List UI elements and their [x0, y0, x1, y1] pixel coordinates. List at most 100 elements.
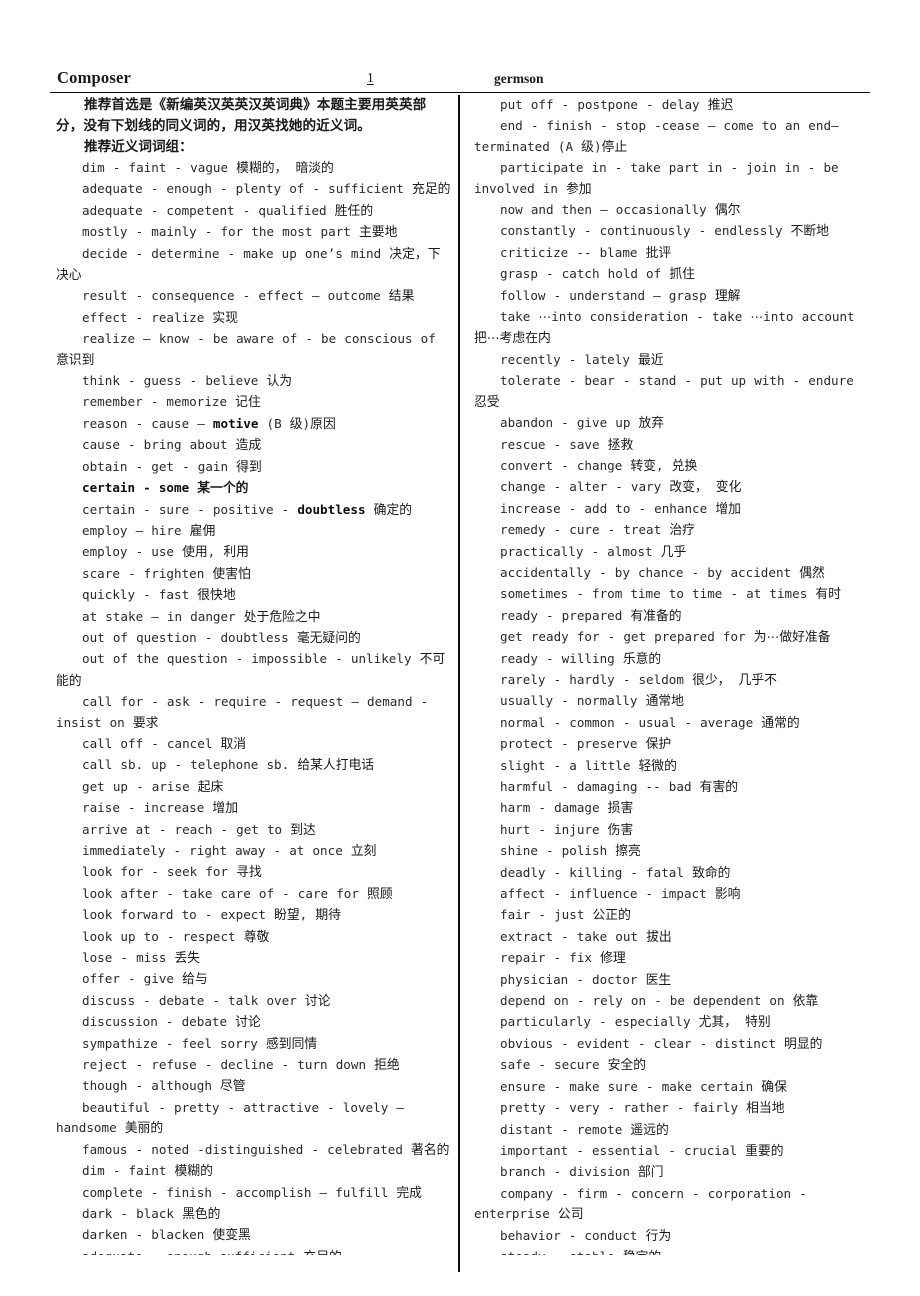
- entry-terms: look for - seek for: [82, 864, 237, 880]
- dictionary-entry: famous - noted -distinguished - celebrat…: [56, 1140, 452, 1161]
- entry-terms: adequate - enough-sufficient: [82, 1249, 303, 1255]
- entry-gloss: 使用: [182, 545, 208, 561]
- dictionary-entry: criticize -- blame 批评: [474, 243, 870, 264]
- dictionary-entry: call sb. up - telephone sb. 给某人打电话: [56, 755, 452, 776]
- entry-terms: ,: [207, 544, 224, 560]
- dictionary-entry: slight - a little 轻微的: [474, 756, 870, 777]
- entry-terms: slight - a little: [500, 757, 639, 773]
- entry-gloss: 不断地: [790, 224, 830, 240]
- entry-terms: scare - frighten: [82, 565, 213, 581]
- dictionary-entry: remember - memorize 记住: [56, 392, 452, 413]
- two-column-body: 推荐首选是《新编英汉英英汉英词典》本题主要用英英部分，没有下划线的同义词的，用汉…: [50, 95, 870, 1272]
- entry-gloss: 影响: [714, 887, 741, 903]
- dictionary-entry: obtain - get - gain 得到: [56, 457, 452, 478]
- entry-terms: convert - change: [500, 457, 631, 473]
- entry-terms: dim - faint - vague: [82, 160, 237, 175]
- entry-terms: [730, 672, 738, 687]
- entry-terms: call sb. up - telephone sb.: [82, 757, 298, 773]
- right-column: put off - postpone - delay 推迟 end - finis…: [474, 95, 870, 1255]
- entry-gloss: 医生: [645, 972, 672, 988]
- dictionary-entry: harmful - damaging -- bad 有害的: [474, 777, 870, 798]
- entry-gloss: 盼望: [274, 908, 300, 924]
- entry-gloss: 停止: [601, 139, 628, 155]
- entry-terms: adequate - enough - plenty of - sufficie…: [82, 181, 413, 197]
- entry-gloss: 感到同情: [265, 1036, 318, 1052]
- entry-terms: sympathize - feel sorry: [82, 1035, 266, 1051]
- dictionary-entry: lose - miss 丢失: [56, 948, 452, 969]
- entry-gloss: 期待: [315, 908, 341, 924]
- left-entry-list: dim - faint - vague 模糊的， 暗淡的 adequate - e…: [56, 158, 452, 1255]
- dictionary-entry: look for - seek for 寻找: [56, 862, 452, 883]
- emphasised-term: motive: [212, 415, 259, 431]
- entry-gloss: 著名的: [411, 1142, 450, 1158]
- entry-gloss: 取消: [220, 736, 247, 752]
- dictionary-entry: adequate - enough - plenty of - sufficie…: [56, 179, 452, 200]
- dictionary-entry: effect - realize 实现: [56, 308, 452, 329]
- entry-gloss: 充足的: [412, 182, 451, 198]
- entry-gloss: 乐意的: [622, 651, 662, 667]
- entry-gloss: 治疗: [669, 523, 695, 539]
- dictionary-entry: dim - faint 模糊的: [56, 1161, 452, 1182]
- entry-gloss: 偶尔: [714, 203, 741, 219]
- dictionary-entry: call for - ask - require - request — dem…: [56, 692, 452, 734]
- entry-terms: out of question - doubtless: [82, 629, 297, 645]
- entry-gloss: 增加: [715, 501, 741, 517]
- entry-gloss: 遥远的: [630, 1122, 669, 1138]
- dictionary-entry: depend on - rely on - be dependent on 依靠: [474, 991, 870, 1012]
- dictionary-entry: repair - fix 修理: [474, 948, 870, 969]
- dictionary-entry: particularly - especially 尤其， 特别: [474, 1012, 870, 1033]
- entry-terms: discussion - debate: [82, 1014, 236, 1030]
- entry-gloss: 推迟: [707, 98, 734, 113]
- dictionary-entry: reason - cause — motive (B 级)原因: [56, 414, 452, 435]
- dictionary-entry: get up - arise 起床: [56, 777, 452, 798]
- entry-terms: discuss - debate - talk over: [82, 992, 305, 1008]
- entry-terms: pretty - very - rather - fairly: [500, 1100, 747, 1116]
- entry-terms: look after - take care of - care for: [82, 885, 368, 901]
- entry-terms: reject - refuse - decline - turn down: [82, 1057, 375, 1073]
- dictionary-entry: immediately - right away - at once 立刻: [56, 841, 452, 862]
- entry-gloss: 造成: [235, 438, 262, 454]
- entry-gloss: 原因: [310, 416, 336, 432]
- entry-gloss: 拔出: [646, 929, 672, 945]
- entry-terms: normal - common - usual - average: [500, 714, 762, 730]
- dictionary-entry: out of question - doubtless 毫无疑问的: [56, 628, 452, 649]
- dictionary-entry: at stake — in danger 处于危险之中: [56, 607, 452, 628]
- entry-gloss: 明显的: [784, 1036, 823, 1052]
- entry-terms: practically - almost: [500, 543, 661, 559]
- entry-terms: remedy - cure - treat: [500, 522, 670, 538]
- entry-gloss: 兑换: [671, 458, 698, 474]
- entry-terms: arrive at - reach - get to: [82, 821, 291, 837]
- entry-gloss: 级: [289, 416, 303, 432]
- entry-gloss: 雇佣: [189, 523, 216, 539]
- entry-terms: at stake — in danger: [82, 608, 244, 624]
- entry-gloss: 尊敬: [243, 929, 270, 945]
- entry-gloss: 胜任的: [334, 203, 374, 219]
- entry-gloss: 处于危险之中: [243, 609, 321, 625]
- entry-gloss: 记住: [235, 395, 261, 411]
- entry-gloss: 很少，: [692, 672, 731, 688]
- dictionary-entry: safe - secure 安全的: [474, 1055, 870, 1076]
- entry-terms: affect - influence - impact: [500, 886, 715, 902]
- entry-terms: end - finish - stop -cease — come to an …: [474, 118, 839, 154]
- entry-gloss: 某一个的: [197, 481, 249, 497]
- entry-gloss: 有时: [815, 587, 841, 603]
- dictionary-entry: pretty - very - rather - fairly 相当地: [474, 1098, 870, 1119]
- entry-gloss: 几乎: [660, 544, 687, 560]
- entry-terms: take: [500, 309, 539, 325]
- entry-gloss: 意识到: [56, 352, 95, 368]
- dictionary-entry: look up to - respect 尊敬: [56, 927, 452, 948]
- header-page-number: 1: [367, 70, 374, 85]
- entry-terms: rescue - save: [500, 436, 608, 452]
- entry-terms: look forward to - expect: [82, 907, 275, 923]
- left-column: 推荐首选是《新编英汉英英汉英词典》本题主要用英英部分，没有下划线的同义词的，用汉…: [56, 95, 452, 1255]
- entry-gloss: 尽管: [219, 1079, 246, 1095]
- entry-terms: obvious - evident - clear - distinct: [500, 1035, 785, 1051]
- entry-gloss: 拒绝: [374, 1058, 400, 1074]
- entry-terms: ): [302, 415, 311, 431]
- dictionary-entry: protect - preserve 保护: [474, 734, 870, 755]
- entry-terms: shine - polish: [500, 843, 616, 859]
- dictionary-entry: ready - willing 乐意的: [474, 649, 870, 670]
- dictionary-entry: quickly - fast 很快地: [56, 585, 452, 606]
- dictionary-entry: rescue - save 拯救: [474, 435, 870, 456]
- entry-gloss: 拯救: [607, 437, 634, 453]
